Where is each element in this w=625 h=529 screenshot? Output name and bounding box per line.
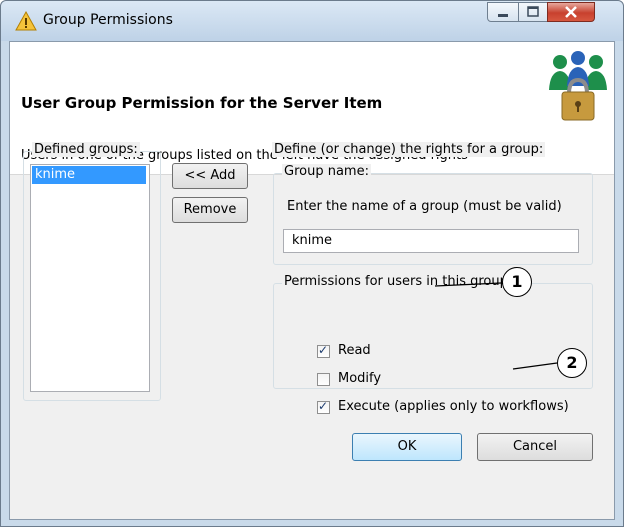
callout-2: 2 xyxy=(557,348,587,378)
ok-button[interactable]: OK xyxy=(352,433,462,461)
dialog-window: Group Permissions User Group Permission … xyxy=(0,0,624,527)
callout-1: 1 xyxy=(502,267,532,297)
cancel-button[interactable]: Cancel xyxy=(477,433,593,461)
